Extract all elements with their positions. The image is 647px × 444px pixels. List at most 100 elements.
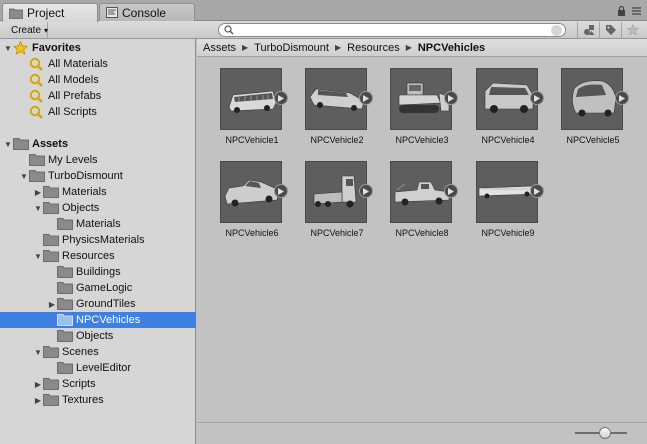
asset-thumbnail [220,68,282,130]
play-preview-icon[interactable] [530,91,544,105]
play-preview-icon[interactable] [274,184,288,198]
folder-icon [57,313,73,327]
asset-item[interactable]: NPCVehicle8 [387,161,467,253]
breadcrumb-separator-icon: ▶ [405,43,412,52]
asset-item[interactable]: NPCVehicle5 [558,68,638,160]
tree-favorite-item[interactable]: All Materials [0,56,196,72]
asset-item[interactable]: NPCVehicle4 [473,68,553,160]
folder-icon [43,233,59,247]
folder-icon [29,169,45,183]
search-box[interactable] [218,23,566,37]
folder-tree-panel[interactable]: ▼ Favorites All Materials All Models All… [0,39,196,444]
tree-folder-objects[interactable]: ▼ Objects [0,200,196,216]
favorite-star-button[interactable] [621,22,643,38]
folder-icon [57,297,73,311]
tree-folder-groundtiles[interactable]: ▶ GroundTiles [0,296,196,312]
folder-icon [43,185,59,199]
tree-assets[interactable]: ▼ Assets [0,136,196,152]
asset-label: NPCVehicle6 [225,228,279,238]
asset-item[interactable]: NPCVehicle2 [302,68,382,160]
tab-console[interactable]: Console [99,3,195,21]
asset-label: NPCVehicle9 [481,228,535,238]
tab-label: Project [27,6,65,20]
play-preview-icon[interactable] [615,91,629,105]
play-preview-icon[interactable] [359,91,373,105]
tree-folder-turbodismount[interactable]: ▼ TurboDismount [0,168,196,184]
play-preview-icon[interactable] [274,91,288,105]
search-filter-icon [29,57,45,71]
folder-icon [29,153,45,167]
breadcrumb-item[interactable]: Assets [203,42,236,54]
lock-icon[interactable] [617,6,626,16]
expand-arrow-icon[interactable]: ▼ [3,44,13,53]
asset-label: NPCVehicle2 [310,135,364,145]
create-dropdown-button[interactable]: Create ▾ [4,22,48,38]
expand-arrow-icon[interactable]: ▶ [33,188,43,197]
breadcrumb-item[interactable]: Resources [347,42,400,54]
tree-folder-gamelogic[interactable]: GameLogic [0,280,196,296]
tree-favorite-item[interactable]: All Prefabs [0,88,196,104]
asset-thumbnail [305,68,367,130]
asset-thumbnail [390,68,452,130]
play-preview-icon[interactable] [530,184,544,198]
folder-icon [57,281,73,295]
asset-item[interactable]: NPCVehicle1 [217,68,297,160]
panel-menu-icon[interactable] [632,7,641,15]
tree-folder-buildings[interactable]: Buildings [0,264,196,280]
tree-folder-textures[interactable]: ▶ Textures [0,392,196,408]
asset-item[interactable]: NPCVehicle6 [217,161,297,253]
asset-item[interactable]: NPCVehicle9 [473,161,553,253]
asset-browser-panel[interactable]: Assets ▶ TurboDismount ▶ Resources ▶ NPC… [197,39,647,444]
tree-folder-leveleditor[interactable]: LevelEditor [0,360,196,376]
tree-favorite-item[interactable]: All Scripts [0,104,196,120]
search-input[interactable] [236,24,536,36]
tree-folder-materials[interactable]: ▶ Materials [0,184,196,200]
folder-icon [57,329,73,343]
tree-folder-physicsmaterials[interactable]: PhysicsMaterials [0,232,196,248]
tree-favorites[interactable]: ▼ Favorites [0,40,196,56]
expand-arrow-icon[interactable]: ▶ [33,380,43,389]
filter-by-label-button[interactable] [599,22,621,38]
tree-folder-scenes[interactable]: ▼ Scenes [0,344,196,360]
play-preview-icon[interactable] [444,91,458,105]
search-icon [224,25,234,35]
breadcrumb-item[interactable]: TurboDismount [254,42,329,54]
tree-folder-my-levels[interactable]: My Levels [0,152,196,168]
asset-thumbnail [561,68,623,130]
filter-by-type-button[interactable] [577,22,599,38]
folder-icon [57,265,73,279]
asset-item[interactable]: NPCVehicle7 [302,161,382,253]
console-icon [106,7,118,18]
slider-handle[interactable] [599,427,611,439]
expand-arrow-icon[interactable]: ▶ [47,300,57,309]
search-filter-icon [29,89,45,103]
tab-project[interactable]: Project [2,3,98,22]
asset-thumbnail [390,161,452,223]
tree-favorite-item[interactable]: All Models [0,72,196,88]
tree-folder-resources-objects[interactable]: Objects [0,328,196,344]
tree-folder-resources[interactable]: ▼ Resources [0,248,196,264]
tab-label: Console [122,5,167,20]
search-clear-icon[interactable] [551,25,562,36]
expand-arrow-icon[interactable]: ▼ [33,204,43,213]
tree-folder-npcvehicles[interactable]: NPCVehicles [0,312,196,328]
breadcrumb: Assets ▶ TurboDismount ▶ Resources ▶ NPC… [197,39,647,57]
play-preview-icon[interactable] [444,184,458,198]
expand-arrow-icon[interactable]: ▼ [33,252,43,261]
search-filter-icon [29,73,45,87]
breadcrumb-current[interactable]: NPCVehicles [418,42,485,54]
tree-folder-objects-materials[interactable]: Materials [0,216,196,232]
expand-arrow-icon[interactable]: ▶ [33,396,43,405]
asset-thumbnail [305,161,367,223]
asset-thumbnail [220,161,282,223]
tree-folder-scripts[interactable]: ▶ Scripts [0,376,196,392]
expand-arrow-icon[interactable]: ▼ [3,140,13,149]
asset-item[interactable]: NPCVehicle3 [387,68,467,160]
asset-label: NPCVehicle8 [395,228,449,238]
expand-arrow-icon[interactable]: ▼ [33,348,43,357]
expand-arrow-icon[interactable]: ▼ [19,172,29,181]
status-bar [197,422,647,444]
play-preview-icon[interactable] [359,184,373,198]
search-filter-icon [29,105,45,119]
folder-icon [57,217,73,231]
